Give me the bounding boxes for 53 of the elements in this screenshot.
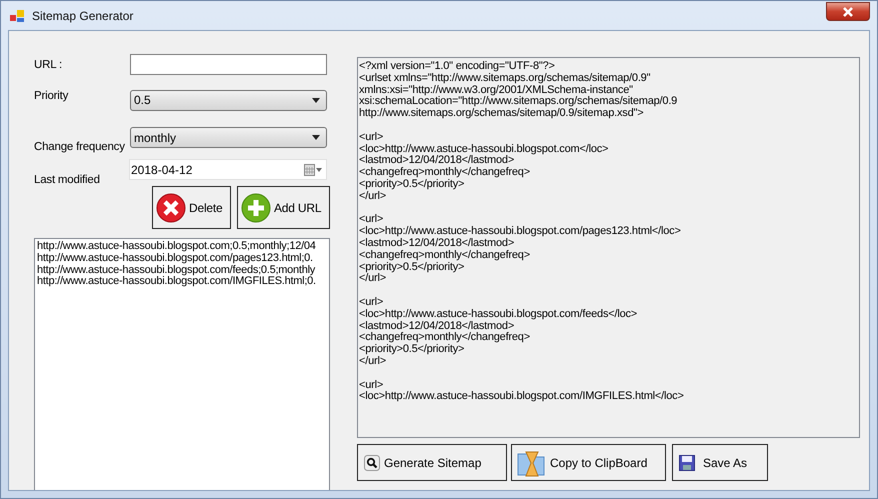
xml-line: <lastmod>12/04/2018</lastmod>	[359, 155, 514, 167]
url-field[interactable]	[130, 54, 327, 75]
url-listbox[interactable]	[34, 238, 330, 490]
dropdown-arrow-icon	[312, 98, 320, 102]
field-label: Priority	[34, 90, 70, 102]
search-icon	[364, 454, 380, 470]
window-title: Sitemap Generator	[32, 8, 134, 22]
list-item[interactable]: http://www.astuce-hassoubi.blogspot.com/IMGFILES.html;0.	[37, 276, 329, 288]
add-button[interactable]: Add URL	[237, 186, 330, 229]
calendar-icon	[304, 164, 322, 176]
xml-line: </url>	[359, 356, 387, 368]
xml-line: <url>	[359, 214, 384, 226]
xml-line: <priority>0.5</priority>	[359, 344, 466, 356]
xml-line: xmlns:xsi="http://www.w3.org/2001/XMLSchema-instance"	[359, 84, 633, 96]
xml-line: <url>	[359, 380, 384, 391]
close-button[interactable]	[826, 2, 870, 21]
xml-line: <changefreq>monthly</changefreq>	[359, 167, 531, 179]
xml-line: <lastmod>12/04/2018</lastmod>	[359, 238, 516, 250]
xml-line: <?xml version="1.0" encoding="UTF-8"?>	[359, 61, 556, 73]
field-label: Change frequency	[34, 141, 126, 153]
xml-line: <loc>http://www.astuce-hassoubi.blogspot.com/pages123.html</loc>	[359, 226, 682, 238]
close-icon	[842, 6, 854, 16]
xml-line: <loc>http://www.astuce-hassoubi.blogspot.com/feeds</loc>	[359, 308, 638, 321]
xml-line: <loc>http://www.astuce-hassoubi.blogspot.com/IMGFILES.html</loc>	[359, 391, 685, 404]
save-button[interactable]: Save As	[672, 444, 768, 481]
dropdown[interactable]: monthly	[130, 127, 327, 148]
delete-button[interactable]: Delete	[152, 186, 231, 229]
list-item[interactable]: http://www.astuce-hassoubi.blogspot.com/pages123.html;0.	[37, 252, 329, 265]
xml-line: </url>	[359, 190, 387, 203]
list-item[interactable]: http://www.astuce-hassoubi.blogspot.com;0.5;monthly;12/04	[37, 241, 329, 253]
date-picker[interactable]: 2018-04-12	[129, 159, 327, 180]
xml-line: <changefreq>monthly</changefreq>	[359, 332, 531, 344]
delete-icon	[156, 192, 186, 222]
xml-line: <url>	[359, 132, 384, 144]
field-label: Last modified	[34, 174, 101, 186]
xml-line: <url>	[359, 296, 384, 309]
xml-line: xsi:schemaLocation="http://www.sitemaps.org/schemas/sitemap/0.9	[359, 96, 678, 108]
xml-line: http://www.sitemaps.org/schemas/sitemap/0.9/sitemap.xsd">	[359, 108, 644, 120]
xml-line: <priority>0.5</priority>	[359, 178, 466, 191]
xml-line: <urlset xmlns="http://www.sitemaps.org/schemas/sitemap/0.9"	[359, 72, 652, 85]
xml-line: <loc>http://www.astuce-hassoubi.blogspot.com</loc>	[359, 144, 610, 155]
field-label: URL :	[34, 58, 63, 70]
xml-line: <changefreq>monthly</changefreq>	[359, 250, 531, 262]
list-item[interactable]: http://www.astuce-hassoubi.blogspot.com/feeds;0.5;monthly	[37, 264, 329, 276]
xml-line: </url>	[359, 273, 386, 286]
copy-button[interactable]: Copy to ClipBoard	[511, 444, 666, 481]
dropdown[interactable]: 0.5	[130, 90, 327, 110]
xml-line: <lastmod>12/04/2018</lastmod>	[359, 320, 516, 332]
dropdown-arrow-icon	[312, 135, 320, 140]
add-icon	[241, 192, 271, 222]
xml-line: <priority>0.5</priority>	[359, 262, 466, 273]
generate-button[interactable]: Generate Sitemap	[357, 444, 507, 481]
app-icon	[9, 8, 25, 24]
